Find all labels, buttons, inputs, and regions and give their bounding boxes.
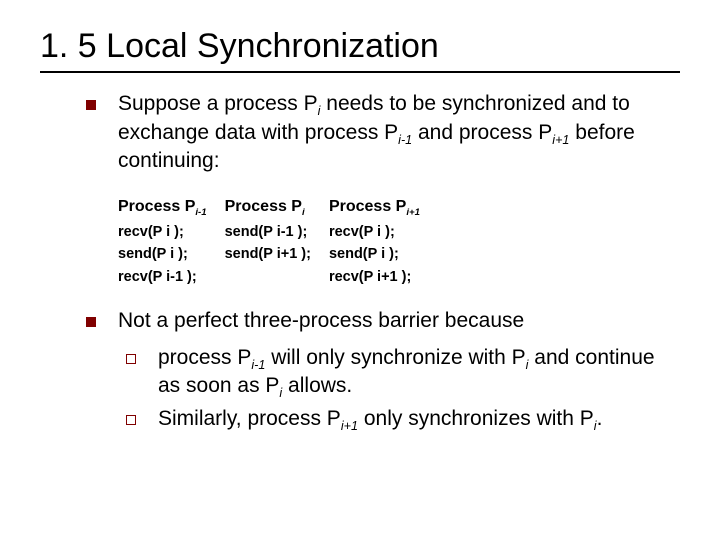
col-header-1: Process Pi <box>225 195 329 221</box>
hollow-square-bullet-icon <box>126 354 136 364</box>
code-cell: send(P i-1 ); <box>225 221 329 243</box>
code-cell: recv(P i+1 ); <box>329 266 438 288</box>
slide: 1. 5 Local Synchronization Suppose a pro… <box>0 0 720 540</box>
code-cell <box>225 266 329 288</box>
sub-bullet-2-text: Similarly, process Pi+1 only synchronize… <box>158 406 680 434</box>
table-row: send(P i ); send(P i+1 ); send(P i ); <box>118 243 438 265</box>
slide-title: 1. 5 Local Synchronization <box>40 28 680 73</box>
col-header-2: Process Pi+1 <box>329 195 438 221</box>
code-cell: recv(P i ); <box>118 221 225 243</box>
sub-bullet-1: process Pi-1 will only synchronize with … <box>126 345 680 402</box>
code-cell: recv(P i-1 ); <box>118 266 225 288</box>
sub-bullet-1-text: process Pi-1 will only synchronize with … <box>158 345 680 402</box>
square-bullet-icon <box>86 317 96 327</box>
code-cell: send(P i+1 ); <box>225 243 329 265</box>
code-cell: send(P i ); <box>118 243 225 265</box>
code-cell: send(P i ); <box>329 243 438 265</box>
bullet-2-text: Not a perfect three-process barrier beca… <box>118 308 680 335</box>
table-row: Process Pi-1 Process Pi Process Pi+1 <box>118 195 438 221</box>
table-row: recv(P i-1 ); recv(P i+1 ); <box>118 266 438 288</box>
bullet-1: Suppose a process Pi needs to be synchro… <box>86 91 680 174</box>
code-cell: recv(P i ); <box>329 221 438 243</box>
hollow-square-bullet-icon <box>126 415 136 425</box>
code-table: Process Pi-1 Process Pi Process Pi+1 rec… <box>118 195 438 288</box>
square-bullet-icon <box>86 100 96 110</box>
bullet-2: Not a perfect three-process barrier beca… <box>86 308 680 335</box>
bullet-1-text: Suppose a process Pi needs to be synchro… <box>118 91 680 174</box>
col-header-0: Process Pi-1 <box>118 195 225 221</box>
table-row: recv(P i ); send(P i-1 ); recv(P i ); <box>118 221 438 243</box>
sub-bullet-2: Similarly, process Pi+1 only synchronize… <box>126 406 680 434</box>
